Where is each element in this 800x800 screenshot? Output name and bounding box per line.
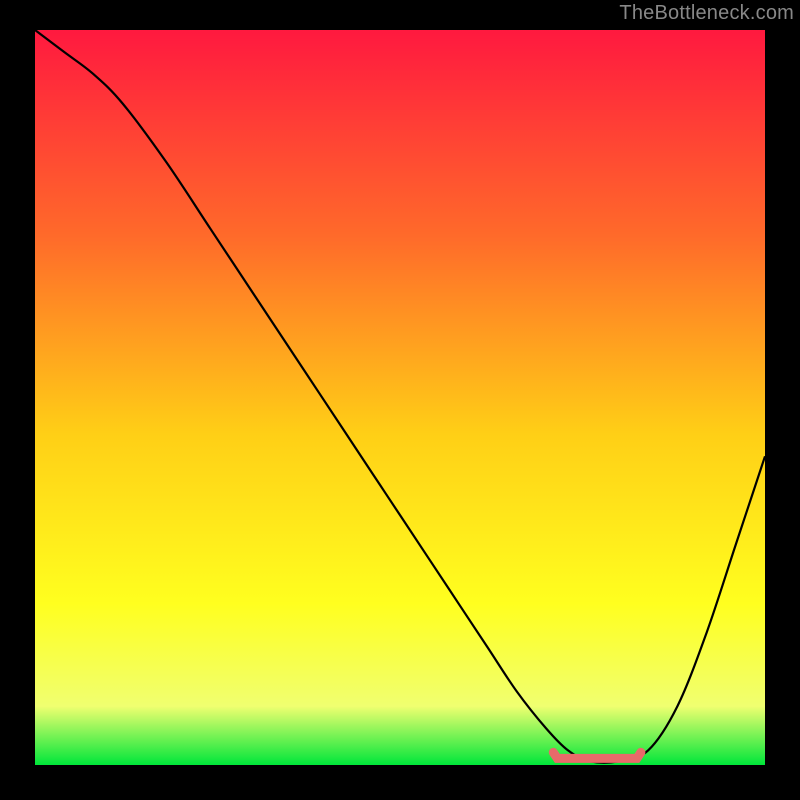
bottleneck-chart — [35, 30, 765, 765]
gradient-background — [35, 30, 765, 765]
chart-plot-area — [35, 30, 765, 765]
attribution-text: TheBottleneck.com — [619, 2, 794, 25]
